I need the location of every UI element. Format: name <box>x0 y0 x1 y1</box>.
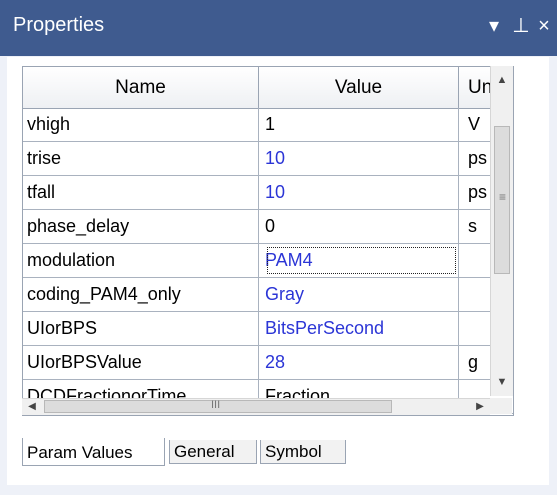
scroll-down-icon[interactable]: ▼ <box>491 371 513 393</box>
vertical-scrollbar[interactable]: ▲ ≡ ▼ <box>490 66 513 396</box>
window-title: Properties <box>13 14 105 36</box>
property-row[interactable]: coding_PAM4_only Gray <box>23 278 513 312</box>
property-name: UIorBPSValue <box>23 346 259 379</box>
property-value[interactable]: 28 <box>259 346 459 379</box>
property-grid: Name Value Unit vhigh 1 Vtrise 10 ps tfall 10 p… <box>22 66 514 416</box>
close-icon[interactable]: × <box>532 12 556 40</box>
property-name: UIorBPS <box>23 312 259 345</box>
tab-param-values[interactable]: Param Values <box>22 438 165 466</box>
properties-window: Properties ▾ ⊥ × Name Value Unit vhigh 1 V… <box>0 0 557 495</box>
property-value[interactable]: 0 <box>259 210 459 243</box>
pin-icon[interactable]: ⊥ <box>509 12 533 40</box>
property-value[interactable]: 10 <box>259 176 459 209</box>
column-header-value[interactable]: Value <box>259 67 459 108</box>
property-name: phase_delay <box>23 210 259 243</box>
vertical-scroll-thumb[interactable]: ≡ <box>494 126 510 274</box>
property-row[interactable]: tfall 10 ps <box>23 176 513 210</box>
property-row[interactable]: trise 10 ps <box>23 142 513 176</box>
property-row[interactable]: modulation PAM4 <box>23 244 513 278</box>
property-name: vhigh <box>23 108 259 141</box>
horizontal-scroll-thumb[interactable]: III <box>44 399 392 413</box>
scroll-left-icon[interactable]: ◀ <box>24 399 40 415</box>
property-row[interactable]: phase_delay 0 s <box>23 210 513 244</box>
property-name: modulation <box>23 244 259 277</box>
property-name: tfall <box>23 176 259 209</box>
scroll-up-icon[interactable]: ▲ <box>491 69 513 91</box>
scroll-corner <box>490 398 512 414</box>
scroll-right-icon[interactable]: ▶ <box>472 399 488 415</box>
property-value[interactable]: Gray <box>259 278 459 311</box>
property-value[interactable]: 10 <box>259 142 459 175</box>
dropdown-menu-icon[interactable]: ▾ <box>482 12 506 40</box>
title-bar: Properties ▾ ⊥ × <box>0 0 557 56</box>
tab-symbol[interactable]: Symbol <box>260 440 346 464</box>
tab-strip: Param Values General Symbol <box>22 438 542 468</box>
tab-general[interactable]: General <box>169 440 257 464</box>
property-row[interactable]: vhigh 1 V <box>23 108 513 142</box>
property-name: trise <box>23 142 259 175</box>
property-value[interactable]: PAM4 <box>259 244 459 277</box>
property-row[interactable]: UIorBPSValue 28 g <box>23 346 513 380</box>
property-name: coding_PAM4_only <box>23 278 259 311</box>
horizontal-scrollbar[interactable]: ◀ III ▶ <box>22 398 490 415</box>
grip-icon: III <box>211 399 221 411</box>
property-value[interactable]: BitsPerSecond <box>259 312 459 345</box>
grip-icon: ≡ <box>498 190 506 204</box>
property-value[interactable]: 1 <box>259 108 459 141</box>
focused-value[interactable]: PAM4 <box>265 245 458 276</box>
property-row[interactable]: UIorBPS BitsPerSecond <box>23 312 513 346</box>
column-header-name[interactable]: Name <box>23 67 259 108</box>
grid-header: Name Value Unit <box>23 67 513 109</box>
